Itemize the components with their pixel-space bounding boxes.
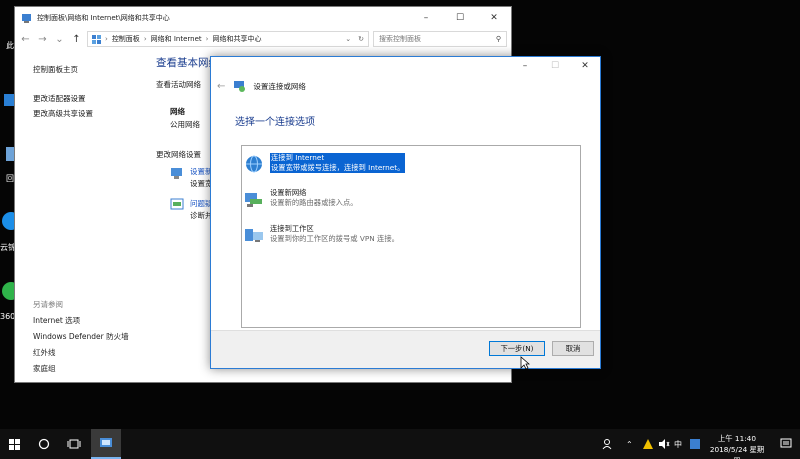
option-title: 连接到工作区	[270, 224, 314, 233]
people-icon[interactable]	[602, 429, 614, 459]
clock-date: 2018/5/24 星期四	[709, 445, 765, 459]
minimize-button[interactable]: –	[409, 7, 443, 29]
people-glyph-icon	[602, 439, 612, 450]
globe-icon	[246, 155, 262, 173]
search-circle-icon	[38, 438, 50, 450]
ime-indicator[interactable]: 中	[674, 429, 682, 459]
notification-warning-icon[interactable]	[642, 429, 654, 459]
dialog-titlebar[interactable]: – ☐ ✕	[211, 57, 600, 75]
ime-app-icon[interactable]	[690, 429, 700, 459]
option-title: 设置新网络	[270, 188, 307, 197]
desktop-icon-label: 此	[6, 41, 14, 50]
clock[interactable]: 上午 11:40 2018/5/24 星期四	[709, 433, 765, 459]
next-button[interactable]: 下一步(N)	[489, 341, 545, 356]
see-also-homegroup[interactable]: 家庭组	[33, 361, 129, 377]
breadcrumb-item[interactable]: 网络和 Internet	[151, 34, 202, 44]
action-center-icon[interactable]	[780, 429, 792, 459]
see-also-header: 另请参阅	[33, 300, 63, 309]
refresh-icon[interactable]: ↻	[358, 35, 368, 43]
cancel-button[interactable]: 取消	[552, 341, 594, 356]
troubleshoot-icon	[170, 198, 184, 210]
search-placeholder: 搜索控制面板	[379, 35, 421, 43]
desktop-icon-label: 360	[0, 312, 16, 321]
setup-connection-dialog: – ☐ ✕ ← 设置连接或网络 选择一个连接选项 连接到 Internet 设置…	[210, 56, 601, 369]
option-new-network[interactable]: 设置新网络 设置新的路由器或接入点。	[244, 188, 358, 209]
network-setup-icon	[171, 168, 182, 179]
up-arrow-icon[interactable]: ↑	[70, 34, 83, 45]
dialog-title: 设置连接或网络	[253, 81, 306, 91]
control-panel-app-icon	[100, 438, 112, 447]
see-also-internet-options[interactable]: Internet 选项	[33, 313, 129, 329]
option-connect-internet[interactable]: 连接到 Internet 设置宽带或拨号连接，连接到 Internet。	[244, 153, 406, 174]
sidebar-item-advanced-sharing[interactable]: 更改高级共享设置	[33, 103, 93, 124]
address-bar[interactable]: › 控制面板 › 网络和 Internet › 网络和共享中心 ⌄ ↻	[87, 31, 369, 47]
network-center-icon	[22, 13, 31, 23]
control-panel-icon	[92, 34, 101, 44]
cortana-button[interactable]	[30, 429, 58, 459]
connection-options-list: 连接到 Internet 设置宽带或拨号连接，连接到 Internet。 设置新…	[241, 145, 581, 328]
option-connect-workplace[interactable]: 连接到工作区 设置到你的工作区的拨号或 VPN 连接。	[244, 224, 399, 245]
close-button[interactable]: ✕	[570, 57, 600, 75]
back-arrow-icon[interactable]: ←	[19, 34, 32, 45]
back-arrow-icon[interactable]: ←	[217, 81, 225, 92]
volume-icon[interactable]	[658, 429, 670, 459]
maximize-button[interactable]: ☐	[540, 57, 570, 75]
search-icon: ⚲	[495, 35, 501, 43]
dialog-footer: 下一步(N) 取消	[211, 330, 600, 368]
dialog-header: ← 设置连接或网络	[211, 75, 600, 97]
sidebar-item-home[interactable]: 控制面板主页	[33, 59, 93, 80]
speaker-icon	[659, 439, 670, 449]
option-desc: 设置宽带或拨号连接，连接到 Internet。	[271, 163, 405, 172]
taskbar-control-panel-app[interactable]	[91, 429, 121, 459]
option-desc: 设置新的路由器或接入点。	[270, 198, 358, 207]
breadcrumb-item[interactable]: 控制面板	[112, 34, 140, 44]
windows-logo-icon	[8, 438, 20, 450]
history-chevron-icon[interactable]: ⌄	[53, 34, 66, 45]
chevron-up-icon[interactable]: ⌃	[626, 429, 633, 459]
notification-center-icon	[780, 438, 792, 448]
address-bar-row: ← → ⌄ ↑ › 控制面板 › 网络和 Internet › 网络和共享中心 …	[15, 29, 511, 49]
router-icon	[245, 193, 262, 207]
maximize-button[interactable]: ☐	[443, 7, 477, 29]
see-also-section: 另请参阅 Internet 选项 Windows Defender 防火墙 红外…	[33, 297, 129, 377]
desktop-icon-label: 回	[6, 174, 14, 183]
address-dropdown-icon[interactable]: ⌄	[345, 35, 354, 43]
close-button[interactable]: ✕	[477, 7, 511, 29]
taskbar: ⌃ 中 上午 11:40 2018/5/24 星期四	[0, 429, 800, 459]
minimize-button[interactable]: –	[510, 57, 540, 75]
forward-arrow-icon[interactable]: →	[36, 34, 49, 45]
breadcrumb-item[interactable]: 网络和共享中心	[212, 34, 261, 44]
ime-square-icon	[690, 439, 700, 449]
clock-time: 上午 11:40	[718, 434, 756, 443]
search-input[interactable]: 搜索控制面板 ⚲	[373, 31, 507, 47]
sidebar: 控制面板主页 更改适配器设置 更改高级共享设置	[33, 59, 93, 124]
option-desc: 设置到你的工作区的拨号或 VPN 连接。	[270, 234, 399, 243]
task-view-icon	[67, 439, 81, 449]
workplace-icon	[245, 229, 263, 242]
network-setup-icon	[234, 81, 246, 92]
warning-icon	[643, 439, 653, 449]
see-also-firewall[interactable]: Windows Defender 防火墙	[33, 329, 129, 345]
window-titlebar[interactable]: 控制面板\网络和 Internet\网络和共享中心 – ☐ ✕	[15, 7, 511, 29]
mouse-cursor-icon	[520, 356, 530, 370]
task-view-button[interactable]	[60, 429, 88, 459]
window-title: 控制面板\网络和 Internet\网络和共享中心	[37, 14, 170, 22]
option-title: 连接到 Internet	[271, 153, 325, 162]
see-also-infrared[interactable]: 红外线	[33, 345, 129, 361]
start-button[interactable]	[0, 429, 28, 459]
dialog-prompt: 选择一个连接选项	[235, 117, 315, 128]
